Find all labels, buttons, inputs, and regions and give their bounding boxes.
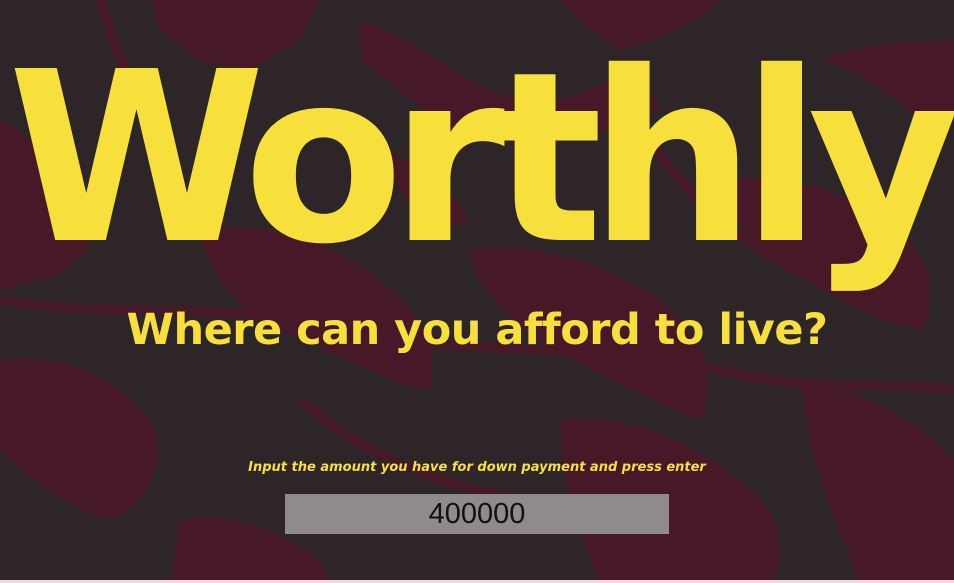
down-payment-prompt: Input the amount you have for down payme… (248, 460, 706, 475)
hero-section: Worthly Where can you afford to live? In… (0, 0, 954, 583)
app-title: Worthly (7, 21, 954, 296)
down-payment-input[interactable] (285, 494, 669, 534)
app-tagline: Where can you afford to live? (126, 305, 828, 355)
